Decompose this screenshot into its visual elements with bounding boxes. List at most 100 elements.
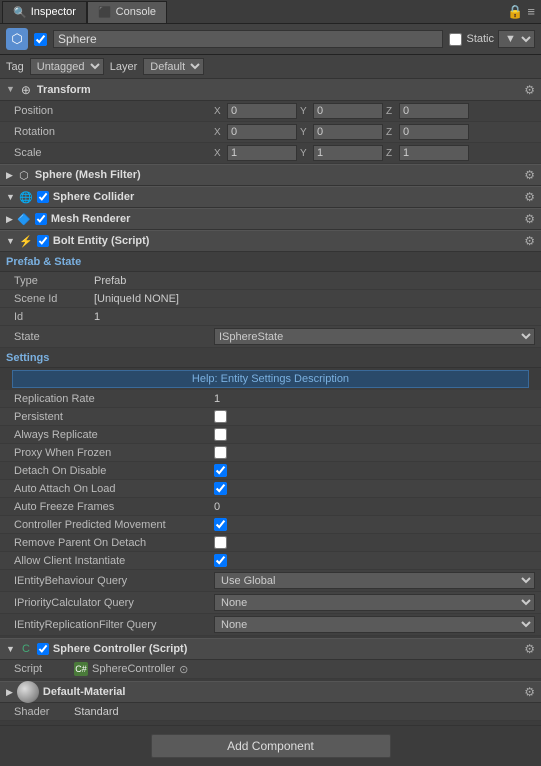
sphere-controller-gear[interactable]: ⚙ <box>524 642 535 656</box>
priority-calc-row: IPriorityCalculator Query None <box>0 592 541 614</box>
mesh-renderer-header: 🔷 Mesh Renderer ⚙ <box>0 208 541 230</box>
controller-predicted-checkbox[interactable] <box>214 518 227 531</box>
state-row: State ISphereState <box>0 326 541 348</box>
position-x-input[interactable] <box>227 103 297 119</box>
id-row: Id 1 <box>0 308 541 326</box>
rotation-z-input[interactable] <box>399 124 469 140</box>
lock-icon[interactable]: 🔒 <box>507 4 523 20</box>
script-icon: C# <box>74 662 88 676</box>
shader-row: Shader Standard <box>0 703 541 721</box>
bolt-entity-title: Bolt Entity (Script) <box>53 235 520 247</box>
auto-freeze-value: 0 <box>214 501 220 513</box>
prefab-state-header: Prefab & State <box>0 252 541 272</box>
add-component-button[interactable]: Add Component <box>151 734 391 758</box>
tag-layer-row: Tag Untagged Layer Default <box>0 55 541 79</box>
sphere-controller-arrow[interactable] <box>6 643 15 655</box>
remove-parent-checkbox[interactable] <box>214 536 227 549</box>
sphere-collider-gear[interactable]: ⚙ <box>524 190 535 204</box>
tab-inspector-label: Inspector <box>31 6 76 18</box>
bolt-entity-checkbox[interactable] <box>37 235 49 247</box>
always-replicate-row: Always Replicate <box>0 426 541 444</box>
object-name-input[interactable] <box>53 30 443 48</box>
mesh-filter-arrow[interactable] <box>6 169 13 181</box>
material-arrow[interactable] <box>6 686 13 698</box>
position-z-input[interactable] <box>399 103 469 119</box>
sphere-controller-header: C Sphere Controller (Script) ⚙ <box>0 638 541 660</box>
transform-arrow[interactable] <box>6 84 15 95</box>
priority-calc-select[interactable]: None <box>214 594 535 611</box>
tag-select[interactable]: Untagged <box>30 58 104 75</box>
sphere-collider-header: 🌐 Sphere Collider ⚙ <box>0 186 541 208</box>
position-y-input[interactable] <box>313 103 383 119</box>
scene-id-row: Scene Id [UniqueId NONE] <box>0 290 541 308</box>
sphere-controller-icon: C <box>19 642 33 656</box>
transform-icon: ⊕ <box>19 83 33 97</box>
entity-behaviour-row: IEntityBehaviour Query Use Global <box>0 570 541 592</box>
object-enabled-checkbox[interactable] <box>34 33 47 46</box>
proxy-when-frozen-row: Proxy When Frozen <box>0 444 541 462</box>
script-row: Script C# SphereController ⊙ <box>0 660 541 679</box>
static-checkbox[interactable] <box>449 33 462 46</box>
menu-icon[interactable]: ≡ <box>527 4 535 19</box>
material-gear[interactable]: ⚙ <box>524 685 535 699</box>
layer-select[interactable]: Default <box>143 58 204 75</box>
scale-row: Scale X Y Z <box>0 143 541 164</box>
scale-y-input[interactable] <box>313 145 383 161</box>
layer-label: Layer <box>110 61 138 73</box>
sphere-collider-title: Sphere Collider <box>53 191 520 203</box>
tab-inspector[interactable]: 🔍 Inspector <box>2 1 87 23</box>
mesh-filter-header: ⬡ Sphere (Mesh Filter) ⚙ <box>0 164 541 186</box>
mesh-renderer-icon: 🔷 <box>17 212 31 226</box>
scale-z-input[interactable] <box>399 145 469 161</box>
mesh-renderer-title: Mesh Renderer <box>51 213 520 225</box>
rotation-x-input[interactable] <box>227 124 297 140</box>
auto-freeze-row: Auto Freeze Frames 0 <box>0 498 541 516</box>
remove-parent-row: Remove Parent On Detach <box>0 534 541 552</box>
allow-client-row: Allow Client Instantiate <box>0 552 541 570</box>
tab-bar: 🔍 Inspector ⬛ Console 🔒 ≡ <box>0 0 541 24</box>
mesh-filter-gear[interactable]: ⚙ <box>524 168 535 182</box>
static-label: Static <box>466 33 494 45</box>
entity-replication-select[interactable]: None <box>214 616 535 633</box>
mesh-renderer-arrow[interactable] <box>6 213 13 225</box>
sphere-collider-icon: 🌐 <box>19 190 33 204</box>
rotation-row: Rotation X Y Z <box>0 122 541 143</box>
sphere-controller-checkbox[interactable] <box>37 643 49 655</box>
material-sphere-icon <box>17 681 39 703</box>
detach-on-disable-checkbox[interactable] <box>214 464 227 477</box>
scale-x-input[interactable] <box>227 145 297 161</box>
material-header: Default-Material ⚙ <box>0 681 541 703</box>
controller-predicted-row: Controller Predicted Movement <box>0 516 541 534</box>
sphere-collider-arrow[interactable] <box>6 191 15 203</box>
sphere-collider-checkbox[interactable] <box>37 191 49 203</box>
proxy-when-frozen-checkbox[interactable] <box>214 446 227 459</box>
replication-rate-row: Replication Rate 1 <box>0 390 541 408</box>
allow-client-checkbox[interactable] <box>214 554 227 567</box>
console-icon: ⬛ <box>98 6 112 19</box>
tag-label: Tag <box>6 61 24 73</box>
state-select[interactable]: ISphereState <box>214 328 535 345</box>
always-replicate-checkbox[interactable] <box>214 428 227 441</box>
replication-rate-value: 1 <box>214 393 220 405</box>
transform-gear[interactable]: ⚙ <box>524 83 535 97</box>
persistent-checkbox[interactable] <box>214 410 227 423</box>
bolt-entity-arrow[interactable] <box>6 235 15 247</box>
type-value: Prefab <box>94 275 126 287</box>
tab-console[interactable]: ⬛ Console <box>87 1 167 23</box>
type-row: Type Prefab <box>0 272 541 290</box>
bolt-entity-gear[interactable]: ⚙ <box>524 234 535 248</box>
help-bar: Help: Entity Settings Description <box>6 370 535 388</box>
static-dropdown[interactable]: ▼ <box>498 30 535 48</box>
rotation-y-input[interactable] <box>313 124 383 140</box>
entity-behaviour-select[interactable]: Use Global <box>214 572 535 589</box>
transform-header: ⊕ Transform ⚙ <box>0 79 541 101</box>
mesh-renderer-checkbox[interactable] <box>35 213 47 225</box>
inspector-icon: 🔍 <box>13 6 27 19</box>
shader-value: Standard <box>74 706 119 718</box>
entity-replication-row: IEntityReplicationFilter Query None <box>0 614 541 636</box>
script-value: SphereController <box>92 663 175 675</box>
settings-header: Settings <box>0 348 541 368</box>
position-row: Position X Y Z <box>0 101 541 122</box>
auto-attach-checkbox[interactable] <box>214 482 227 495</box>
mesh-renderer-gear[interactable]: ⚙ <box>524 212 535 226</box>
